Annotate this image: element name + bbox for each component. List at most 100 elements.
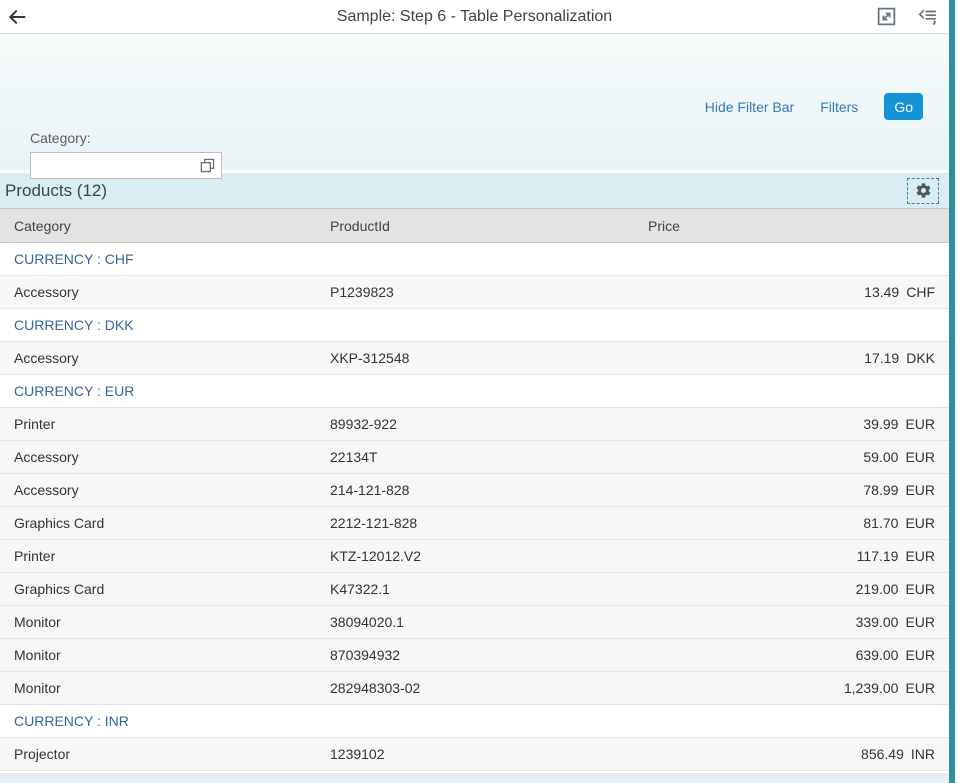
price-value: 39.99 <box>863 416 898 432</box>
cell-category: Accessory <box>0 449 320 465</box>
column-header-price: Price <box>640 218 949 234</box>
resize-button[interactable] <box>876 6 897 27</box>
cell-productid: 1239102 <box>320 746 640 762</box>
cell-price: 78.99 EUR <box>640 482 949 498</box>
price-value: 81.70 <box>863 515 898 531</box>
cell-category: Monitor <box>0 647 320 663</box>
table-group-row: CURRENCY : EUR <box>0 375 949 408</box>
cell-productid: 2212-121-828 <box>320 515 640 531</box>
table-row: PrinterKTZ-12012.V2 117.19 EUR <box>0 540 949 573</box>
price-currency: EUR <box>905 548 935 564</box>
table-row: Monitor282948303-02 1,239.00 EUR <box>0 672 949 705</box>
cell-productid: 38094020.1 <box>320 614 640 630</box>
value-help-icon <box>200 158 215 173</box>
table-row: Printer89932-922 39.99 EUR <box>0 408 949 441</box>
cell-productid: K47322.1 <box>320 581 640 597</box>
cell-price: 13.49 CHF <box>640 284 949 300</box>
hide-filter-bar-link[interactable]: Hide Filter Bar <box>705 99 794 115</box>
table-body: CURRENCY : CHFAccessoryP123982313.49CHFC… <box>0 243 949 771</box>
table-row: Projector1239102856.49INR <box>0 738 949 771</box>
cell-productid: 870394932 <box>320 647 640 663</box>
table-row: AccessoryP1239823 13.49 CHF <box>0 276 949 309</box>
table-row: Accessory214-121-828 78.99 EUR <box>0 474 949 507</box>
cell-category: Monitor <box>0 614 320 630</box>
cell-productid: KTZ-12012.V2 <box>320 548 640 564</box>
price-value: 59.00 <box>863 449 898 465</box>
cell-productid: 22134T <box>320 449 640 465</box>
group-label: CURRENCY : CHF <box>0 251 134 267</box>
category-filter-field <box>30 152 222 179</box>
filter-bar: Hide Filter Bar Filters Go Category: <box>0 34 949 170</box>
cell-productid: XKP-312548 <box>320 350 640 366</box>
go-button[interactable]: Go <box>884 93 923 120</box>
accent-stripe <box>949 0 955 783</box>
table-title: Products (12) <box>5 181 107 201</box>
cell-productid: 214-121-828 <box>320 482 640 498</box>
price-currency: EUR <box>905 515 935 531</box>
column-header-productid: ProductId <box>320 218 640 234</box>
cell-price: 59.00 EUR <box>640 449 949 465</box>
resize-diagonal-icon <box>876 6 897 27</box>
cell-price: 17.19 DKK <box>640 350 949 366</box>
category-filter-label: Category: <box>30 130 91 146</box>
cell-price: 856.49INR <box>640 746 949 762</box>
cell-category: Accessory <box>0 284 320 300</box>
price-currency: EUR <box>905 482 935 498</box>
price-value: 339.00 <box>856 614 899 630</box>
price-value: 219.00 <box>856 581 899 597</box>
show-code-icon <box>917 6 939 28</box>
header-actions <box>876 6 949 28</box>
price-currency: DKK <box>906 350 935 366</box>
price-value: 1,239.00 <box>844 680 899 696</box>
cell-price: 1,239.00 EUR <box>640 680 949 696</box>
show-code-button[interactable] <box>917 6 939 28</box>
price-currency: EUR <box>905 416 935 432</box>
gear-icon <box>915 182 932 199</box>
cell-price: 639.00EUR <box>640 647 949 663</box>
page-header: Sample: Step 6 - Table Personalization <box>0 0 949 34</box>
table-group-row: CURRENCY : INR <box>0 705 949 738</box>
cell-productid: P1239823 <box>320 284 640 300</box>
cell-category: Accessory <box>0 482 320 498</box>
app-window: Sample: Step 6 - Table Personalization <box>0 0 960 783</box>
column-header-category: Category <box>0 218 320 234</box>
category-input[interactable] <box>31 158 193 174</box>
cell-category: Monitor <box>0 680 320 696</box>
price-value: 13.49 <box>864 284 899 300</box>
cell-category: Accessory <box>0 350 320 366</box>
cell-productid: 89932-922 <box>320 416 640 432</box>
table-row: Graphics CardK47322.1219.00EUR <box>0 573 949 606</box>
group-label: CURRENCY : DKK <box>0 317 134 333</box>
value-help-button[interactable] <box>193 153 221 178</box>
price-currency: EUR <box>905 449 935 465</box>
cell-price: 117.19 EUR <box>640 548 949 564</box>
cell-price: 339.00 EUR <box>640 614 949 630</box>
cell-category: Printer <box>0 548 320 564</box>
cell-price: 219.00EUR <box>640 581 949 597</box>
table-group-row: CURRENCY : CHF <box>0 243 949 276</box>
price-value: 117.19 <box>857 548 899 564</box>
filter-bar-actions: Hide Filter Bar Filters Go <box>705 93 923 120</box>
table-personalization-button[interactable] <box>907 178 939 204</box>
page-background-strip <box>0 773 949 783</box>
products-table-panel: Products (12) Category ProductId Price C… <box>0 173 949 771</box>
cell-category: Graphics Card <box>0 515 320 531</box>
table-row: Accessory22134T 59.00 EUR <box>0 441 949 474</box>
table-row: Monitor38094020.1 339.00 EUR <box>0 606 949 639</box>
price-value: 17.19 <box>864 350 899 366</box>
price-currency: EUR <box>905 614 935 630</box>
cell-category: Graphics Card <box>0 581 320 597</box>
price-value: 856.49 <box>861 746 904 762</box>
cell-price: 81.70 EUR <box>640 515 949 531</box>
page-title: Sample: Step 6 - Table Personalization <box>0 8 949 26</box>
price-currency: EUR <box>905 647 935 663</box>
price-currency: EUR <box>905 680 935 696</box>
cell-price: 39.99 EUR <box>640 416 949 432</box>
cell-productid: 282948303-02 <box>320 680 640 696</box>
filters-link[interactable]: Filters <box>820 99 858 115</box>
table-group-row: CURRENCY : DKK <box>0 309 949 342</box>
cell-category: Printer <box>0 416 320 432</box>
price-currency: CHF <box>906 284 935 300</box>
price-value: 78.99 <box>863 482 898 498</box>
table-row: Graphics Card2212-121-828 81.70 EUR <box>0 507 949 540</box>
